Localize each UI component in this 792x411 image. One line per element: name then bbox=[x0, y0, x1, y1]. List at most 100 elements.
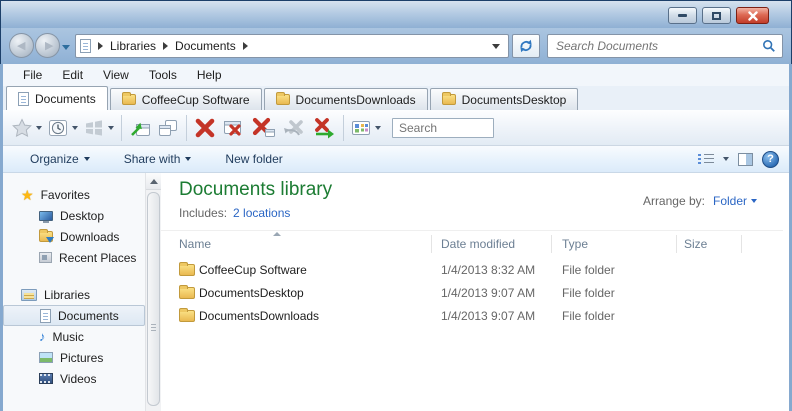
toolbar-search-input[interactable] bbox=[393, 118, 493, 137]
view-dropdown-icon[interactable] bbox=[723, 157, 729, 161]
sidebar-item-pictures[interactable]: Pictures bbox=[3, 347, 145, 368]
undo-close-button[interactable] bbox=[279, 114, 309, 142]
preview-pane-icon[interactable] bbox=[738, 152, 753, 166]
share-with-label: Share with bbox=[123, 152, 181, 166]
file-type: File folder bbox=[562, 263, 615, 277]
sidebar-item-downloads[interactable]: Downloads bbox=[3, 226, 145, 247]
menu-edit[interactable]: Edit bbox=[52, 66, 93, 84]
film-icon bbox=[39, 373, 53, 384]
close-others-button[interactable] bbox=[249, 114, 279, 142]
arrange-value-button[interactable]: Folder bbox=[713, 194, 757, 208]
sidebar-item-desktop[interactable]: Desktop bbox=[3, 205, 145, 226]
reopen-tab-button[interactable] bbox=[309, 114, 339, 142]
view-dropdown-icon[interactable] bbox=[375, 125, 381, 130]
locations-link[interactable]: 2 locations bbox=[233, 206, 290, 220]
menu-file[interactable]: File bbox=[13, 66, 52, 84]
sidebar-scrollbar[interactable] bbox=[145, 173, 161, 411]
view-grid-button[interactable] bbox=[348, 114, 374, 142]
history-button[interactable] bbox=[45, 114, 71, 142]
menu-view[interactable]: View bbox=[93, 66, 139, 84]
help-icon[interactable]: ? bbox=[762, 150, 779, 168]
sidebar-item-videos[interactable]: Videos bbox=[3, 368, 145, 389]
column-divider[interactable] bbox=[741, 235, 742, 253]
undo-close-icon bbox=[284, 119, 303, 135]
file-name: DocumentsDesktop bbox=[199, 286, 304, 300]
column-divider[interactable] bbox=[676, 235, 677, 253]
refresh-button[interactable] bbox=[512, 34, 540, 58]
folder-icon bbox=[179, 285, 195, 299]
file-rows: CoffeeCup Software 1/4/2013 8:32 AM File… bbox=[161, 259, 789, 328]
close-window-button[interactable] bbox=[219, 114, 249, 142]
applications-button[interactable] bbox=[81, 114, 107, 142]
file-date: 1/4/2013 9:07 AM bbox=[441, 286, 536, 300]
close-button[interactable] bbox=[736, 7, 769, 24]
breadcrumb-arrow-icon[interactable] bbox=[163, 42, 169, 50]
tab-coffeecup-software[interactable]: CoffeeCup Software bbox=[109, 88, 262, 110]
titlebar[interactable] bbox=[0, 0, 792, 28]
search-icon[interactable] bbox=[762, 39, 776, 53]
organize-button[interactable]: Organize bbox=[20, 149, 100, 169]
column-divider[interactable] bbox=[431, 235, 432, 253]
column-date-modified[interactable]: Date modified bbox=[441, 237, 515, 251]
breadcrumb-arrow-icon[interactable] bbox=[242, 42, 248, 50]
new-folder-button[interactable]: New folder bbox=[215, 149, 292, 169]
tab-documents[interactable]: Documents bbox=[6, 86, 108, 110]
back-button[interactable]: ◀ bbox=[9, 33, 34, 58]
breadcrumb-libraries[interactable]: Libraries bbox=[110, 39, 156, 53]
favorites-dropdown-icon[interactable] bbox=[36, 125, 42, 130]
file-row-documentsdesktop[interactable]: DocumentsDesktop 1/4/2013 9:07 AM File f… bbox=[161, 282, 789, 305]
column-name[interactable]: Name bbox=[179, 237, 211, 251]
scrollbar-thumb[interactable] bbox=[147, 192, 160, 406]
history-dropdown-icon[interactable] bbox=[72, 125, 78, 130]
restore-button[interactable] bbox=[702, 7, 731, 24]
tab-label: DocumentsDesktop bbox=[461, 92, 567, 107]
sidebar-item-music[interactable]: ♪ Music bbox=[3, 326, 145, 347]
arrange-dropdown-icon bbox=[751, 199, 757, 203]
tab-documentsdownloads[interactable]: DocumentsDownloads bbox=[263, 88, 428, 110]
list-view-icon[interactable] bbox=[698, 153, 714, 165]
sidebar-item-favorites[interactable]: ★ Favorites bbox=[3, 184, 145, 205]
share-with-button[interactable]: Share with bbox=[114, 149, 202, 169]
file-name: DocumentsDownloads bbox=[199, 309, 320, 323]
address-bar[interactable]: Libraries Documents bbox=[75, 34, 509, 58]
sidebar-item-documents[interactable]: Documents bbox=[3, 305, 145, 326]
menu-tools[interactable]: Tools bbox=[139, 66, 187, 84]
scroll-up-button[interactable] bbox=[146, 173, 161, 190]
column-divider[interactable] bbox=[551, 235, 552, 253]
libraries-section: Libraries Documents ♪ Music Pictures Vid… bbox=[3, 284, 145, 389]
file-row-documentsdownloads[interactable]: DocumentsDownloads 1/4/2013 9:07 AM File… bbox=[161, 305, 789, 328]
sidebar-item-recent-places[interactable]: Recent Places bbox=[3, 247, 145, 268]
recent-places-icon bbox=[39, 252, 52, 263]
close-icon bbox=[747, 10, 758, 21]
arrange-label: Arrange by: bbox=[642, 194, 705, 208]
sidebar-item-libraries[interactable]: Libraries bbox=[3, 284, 145, 305]
column-size[interactable]: Size bbox=[684, 237, 707, 251]
forward-button[interactable]: ▶ bbox=[35, 33, 60, 58]
close-tab-button[interactable] bbox=[191, 114, 219, 142]
library-includes: Includes: 2 locations bbox=[179, 206, 290, 220]
clone-tab-button[interactable] bbox=[154, 114, 182, 142]
open-new-window-button[interactable] bbox=[126, 114, 154, 142]
breadcrumb-documents[interactable]: Documents bbox=[175, 39, 236, 53]
folder-icon bbox=[179, 262, 195, 276]
address-dropdown-icon[interactable] bbox=[492, 43, 500, 49]
navigation-bar: ◀ ▶ Libraries Documents bbox=[0, 28, 792, 64]
organize-label: Organize bbox=[30, 152, 79, 166]
applications-dropdown-icon[interactable] bbox=[108, 125, 114, 130]
search-input[interactable] bbox=[548, 39, 762, 53]
tab-documentsdesktop[interactable]: DocumentsDesktop bbox=[429, 88, 579, 110]
favorites-button[interactable] bbox=[9, 114, 35, 142]
minimize-icon bbox=[678, 14, 687, 17]
organize-dropdown-icon bbox=[83, 157, 90, 161]
folder-icon bbox=[275, 92, 290, 105]
column-type[interactable]: Type bbox=[562, 237, 588, 251]
tab-label: DocumentsDownloads bbox=[295, 92, 416, 107]
menu-help[interactable]: Help bbox=[187, 66, 232, 84]
recent-pages-chevron-icon[interactable] bbox=[62, 45, 70, 50]
address-search-box bbox=[547, 34, 783, 58]
file-row-coffeecup-software[interactable]: CoffeeCup Software 1/4/2013 8:32 AM File… bbox=[161, 259, 789, 282]
minimize-button[interactable] bbox=[668, 7, 697, 24]
file-name: CoffeeCup Software bbox=[199, 263, 307, 277]
sidebar-label: Videos bbox=[60, 371, 97, 386]
toolbar-separator bbox=[186, 114, 187, 141]
